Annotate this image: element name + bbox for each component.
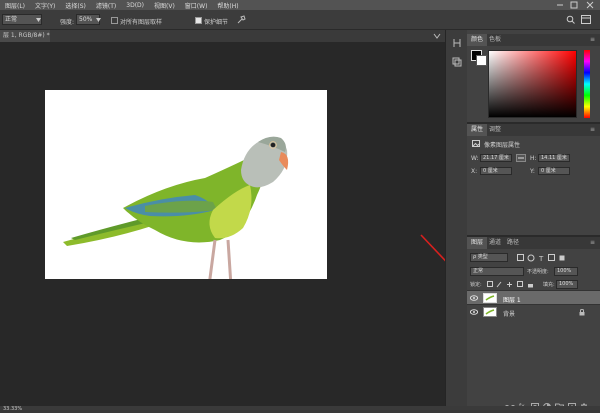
- panel-menu-icon[interactable]: ≡: [590, 240, 596, 246]
- parrot-image: [63, 136, 289, 291]
- y-field[interactable]: 0 厘米: [538, 167, 570, 175]
- minimize-icon[interactable]: [554, 0, 566, 10]
- tab-properties[interactable]: 属性: [467, 124, 488, 136]
- panel-menu-icon[interactable]: ≡: [590, 37, 596, 43]
- menu-layer[interactable]: 图层(L): [0, 1, 30, 10]
- height-field[interactable]: 14.11 厘米: [538, 154, 570, 162]
- menu-bar: 图层(L) 文字(Y) 选择(S) 滤镜(T) 3D(D) 视图(V) 窗口(W…: [0, 0, 600, 10]
- arrange-icon[interactable]: [581, 15, 591, 24]
- properties-header: 像素图层属性: [484, 142, 521, 149]
- panel-menu-icon[interactable]: ≡: [590, 127, 596, 133]
- eye-icon[interactable]: [470, 295, 478, 301]
- layer-filter-select[interactable]: ρ 类型: [470, 253, 508, 262]
- menu-3d[interactable]: 3D(D): [121, 2, 149, 9]
- layer-thumbnail: [483, 293, 497, 303]
- opacity-field[interactable]: 100%: [554, 267, 578, 276]
- w-label: W:: [471, 155, 479, 162]
- sample-all-label: 对所有图层取样: [120, 19, 163, 26]
- layer-thumbnail: [483, 307, 497, 317]
- color-panel-tabs: 颜色 色板 ≡: [467, 34, 600, 46]
- y-label: Y:: [530, 168, 535, 175]
- collapse-icon[interactable]: [433, 33, 441, 39]
- document-tab-title: 层 1, RGB/8#) *: [3, 32, 50, 39]
- search-icon[interactable]: [566, 15, 575, 24]
- menu-view[interactable]: 视图(V): [149, 1, 180, 10]
- menu-filter[interactable]: 滤镜(T): [91, 1, 121, 10]
- properties-panel-tabs: 属性 调整 ≡: [467, 124, 600, 136]
- menu-window[interactable]: 窗口(W): [180, 1, 213, 10]
- h-label: H:: [530, 155, 537, 162]
- lock-icon: [579, 309, 585, 316]
- filter-icons[interactable]: T: [517, 254, 579, 262]
- protect-detail-label: 保护细节: [204, 19, 229, 26]
- status-bar: 33.33%: [0, 406, 600, 413]
- sample-all-checkbox[interactable]: [111, 17, 118, 24]
- link-icon[interactable]: [516, 154, 526, 162]
- panel-icon-strip: [445, 30, 467, 413]
- document-image[interactable]: [45, 90, 327, 291]
- tab-channels[interactable]: 通道: [485, 237, 505, 249]
- maximize-icon[interactable]: [568, 0, 580, 10]
- color-field[interactable]: [488, 50, 577, 118]
- layer-name[interactable]: 图层 1: [503, 295, 521, 304]
- brush-icon[interactable]: [237, 15, 246, 24]
- image-icon: [472, 140, 480, 147]
- layer-row[interactable]: 背景: [467, 304, 600, 318]
- opacity-label: 不透明度:: [527, 269, 549, 275]
- fill-field[interactable]: 100%: [556, 280, 578, 289]
- tab-paths[interactable]: 路径: [503, 237, 523, 249]
- x-label: X:: [471, 168, 478, 175]
- lock-label: 锁定:: [470, 282, 482, 288]
- lock-icon[interactable]: [487, 281, 537, 288]
- tab-layers[interactable]: 图层: [467, 237, 488, 249]
- layer-name[interactable]: 背景: [503, 309, 515, 318]
- layer-row-selected[interactable]: 图层 1: [467, 290, 600, 304]
- properties-icon[interactable]: [452, 57, 462, 67]
- close-icon[interactable]: [584, 0, 596, 10]
- tab-color[interactable]: 颜色: [467, 34, 488, 46]
- menu-help[interactable]: 帮助(H): [212, 1, 243, 10]
- width-field[interactable]: 21.17 厘米: [480, 154, 512, 162]
- document-tab[interactable]: 层 1, RGB/8#) * ×: [0, 30, 50, 42]
- background-color-swatch[interactable]: [476, 55, 487, 66]
- svg-text:T: T: [538, 255, 544, 262]
- tab-adjustments[interactable]: 调整: [485, 124, 505, 136]
- chevron-down-icon: [36, 18, 41, 22]
- document-tab-bar: 层 1, RGB/8#) * ×: [0, 30, 445, 42]
- right-dock: 颜色 色板 ≡ 属性 调整 ≡ 像素图层属性 W: 21.17 厘米 H: 14…: [467, 30, 600, 413]
- zoom-level[interactable]: 33.33%: [3, 406, 22, 412]
- fill-label: 填充:: [543, 282, 555, 288]
- menu-select[interactable]: 选择(S): [60, 1, 91, 10]
- layers-panel-tabs: 图层 通道 路径 ≡: [467, 237, 600, 249]
- tab-swatches[interactable]: 色板: [485, 34, 505, 46]
- blend-mode-select[interactable]: 正常: [470, 267, 524, 276]
- eye-icon[interactable]: [470, 309, 478, 315]
- hue-slider[interactable]: [584, 50, 590, 118]
- history-icon[interactable]: [452, 38, 462, 48]
- options-bar: 正常 强度: 50% 对所有图层取样 保护细节: [0, 10, 600, 30]
- protect-detail-checkbox[interactable]: [195, 17, 202, 24]
- strength-label: 强度:: [60, 19, 75, 26]
- menu-type[interactable]: 文字(Y): [30, 1, 60, 10]
- x-field[interactable]: 0 厘米: [480, 167, 512, 175]
- chevron-down-icon: [96, 18, 101, 22]
